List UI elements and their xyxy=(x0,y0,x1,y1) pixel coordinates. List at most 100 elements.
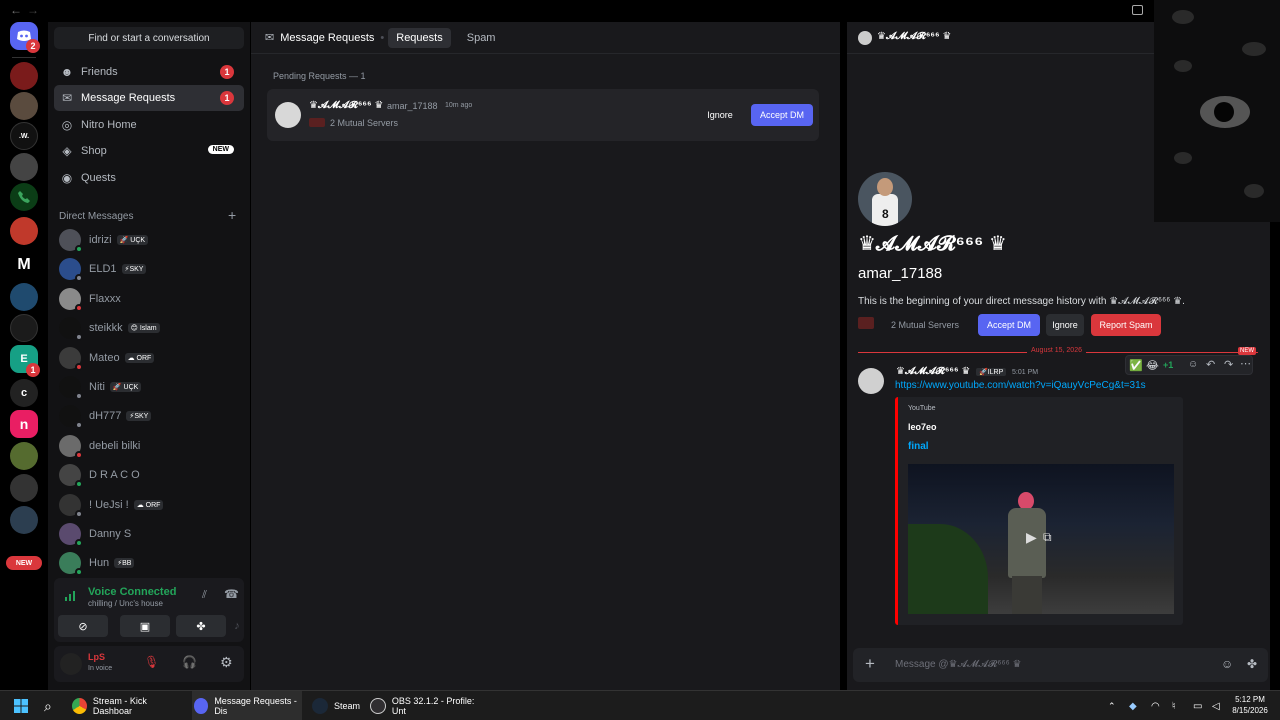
tab-requests[interactable]: Requests xyxy=(388,27,451,48)
server-icon[interactable] xyxy=(10,183,38,211)
mutual-servers[interactable]: 2 Mutual Servers xyxy=(330,118,398,128)
dm-item[interactable]: steikkk 😊 Islam xyxy=(54,315,244,342)
profile-avatar[interactable]: 8 xyxy=(858,172,912,226)
mic-muted-icon[interactable]: 🎙 xyxy=(144,655,159,669)
server-icon[interactable] xyxy=(10,314,38,342)
user-status: In voice xyxy=(88,665,113,672)
video-thumbnail[interactable]: ▶ ⧉ xyxy=(908,464,1174,614)
add-dm-icon[interactable]: + xyxy=(228,207,236,223)
nav-item-shop[interactable]: ◈ Shop NEW xyxy=(54,138,244,164)
apps-icon[interactable]: ✤ xyxy=(1247,657,1257,671)
dm-item[interactable]: dH777 ⚡SKY xyxy=(54,403,244,430)
voice-channel[interactable]: chilling / Unc's house xyxy=(88,599,163,608)
status-indicator xyxy=(75,450,83,459)
message-avatar[interactable] xyxy=(858,368,884,394)
open-external-icon[interactable]: ⧉ xyxy=(1043,530,1052,545)
check-reaction-icon[interactable]: ✅ xyxy=(1129,359,1143,372)
emoji-icon[interactable]: ☺ xyxy=(1221,657,1233,671)
attach-plus-icon[interactable]: + xyxy=(865,654,875,674)
forward-icon[interactable]: ↷ xyxy=(1224,358,1233,371)
soundboard-button[interactable]: ♪ xyxy=(232,615,242,637)
dm-item[interactable]: Hun ⚡BB xyxy=(54,550,244,577)
message-author[interactable]: ♛𝓐𝓜𝓐𝓡⁶⁶⁶ ♛ xyxy=(896,366,970,377)
ignore-button[interactable]: Ignore xyxy=(699,104,741,126)
dm-item[interactable]: ! UeJsi ! ☁ ORF xyxy=(54,492,244,518)
server-icon[interactable] xyxy=(10,474,38,502)
signal-icon[interactable] xyxy=(64,588,78,602)
accept-dm-button[interactable]: Accept DM xyxy=(978,314,1040,336)
emoji-reaction-icon[interactable]: 😂 xyxy=(1146,359,1159,372)
server-icon[interactable] xyxy=(10,506,38,534)
dm-item[interactable]: debeli bilki xyxy=(54,433,244,459)
dm-item[interactable]: Mateo ☁ ORF xyxy=(54,345,244,371)
more-options-icon[interactable]: ⋯ xyxy=(1240,357,1251,370)
add-reaction-icon[interactable]: ☺ xyxy=(1188,359,1198,370)
server-icon[interactable] xyxy=(10,153,38,181)
embed-author[interactable]: leo7eo xyxy=(908,422,937,432)
tab-spam[interactable]: Spam xyxy=(459,28,504,48)
dm-item[interactable]: D R A C O xyxy=(54,462,244,489)
message-link[interactable]: https://www.youtube.com/watch?v=iQauyVcP… xyxy=(895,380,1146,391)
server-icon[interactable] xyxy=(10,283,38,311)
settings-gear-icon[interactable]: ⚙ xyxy=(220,654,233,671)
activities-button[interactable]: ✤ xyxy=(176,615,226,637)
ignore-button[interactable]: Ignore xyxy=(1046,314,1084,336)
server-icon[interactable] xyxy=(10,92,38,120)
dm-item[interactable]: ΕLD1 ⚡SKY xyxy=(54,256,244,283)
username: LpS xyxy=(88,652,105,662)
back-arrow-icon[interactable]: ← xyxy=(10,3,22,17)
accept-dm-button[interactable]: Accept DM xyxy=(751,104,813,126)
server-icon[interactable] xyxy=(10,62,38,90)
nav-item-quests[interactable]: ◉ Quests xyxy=(54,165,244,191)
dm-item[interactable]: Danny S xyxy=(54,521,244,547)
disconnect-icon[interactable]: ☎ xyxy=(224,587,239,601)
taskbar-item-obs[interactable]: OBS 32.1.2 - Profile: Unt xyxy=(370,691,490,720)
mutual-servers[interactable]: 2 Mutual Servers xyxy=(891,320,959,330)
server-icon xyxy=(858,317,874,329)
taskbar-item-steam[interactable]: Steam xyxy=(312,691,362,720)
avatar[interactable] xyxy=(60,653,82,675)
camera-off-button[interactable]: ⊘ xyxy=(58,615,108,637)
tray-chevron-icon[interactable]: ⌃ xyxy=(1108,691,1116,720)
page-title: Message Requests xyxy=(280,31,375,44)
reply-icon[interactable]: ↶ xyxy=(1206,358,1215,371)
camera-off-icon: ⊘ xyxy=(78,620,88,633)
server-icon[interactable]: .W. xyxy=(10,122,38,150)
clock[interactable]: 5:12 PM 8/15/2026 xyxy=(1228,694,1272,716)
inbox-icon[interactable] xyxy=(1132,5,1143,15)
nav-item-friends[interactable]: ☻ Friends 1 xyxy=(54,59,244,85)
microphone-icon[interactable]: ♮ xyxy=(1172,691,1176,720)
new-pill[interactable]: NEW xyxy=(6,556,42,570)
windows-start-icon[interactable] xyxy=(14,691,28,720)
nav-item-nitro[interactable]: ◎ Nitro Home xyxy=(54,112,244,138)
screen-share-button[interactable]: ▣ xyxy=(120,615,170,637)
dm-item[interactable]: Flaxxx xyxy=(54,286,244,312)
avatar[interactable] xyxy=(858,31,872,45)
headphones-muted-icon[interactable]: 🎧 xyxy=(182,655,197,669)
display-icon[interactable]: ▭ xyxy=(1193,691,1202,720)
server-icon[interactable]: c xyxy=(10,379,38,407)
server-icon[interactable]: M xyxy=(10,251,38,279)
search-icon[interactable]: ⌕ xyxy=(44,691,52,720)
obs-icon xyxy=(370,698,386,714)
request-card[interactable]: ♛𝓐𝓜𝓐𝓡⁶⁶⁶ ♛ amar_17188 10m ago 2 Mutual S… xyxy=(267,89,819,141)
dm-item[interactable]: Niti 🚀 UÇK xyxy=(54,374,244,400)
server-icon[interactable] xyxy=(10,217,38,245)
forward-arrow-icon[interactable]: → xyxy=(27,3,39,17)
plus-one-reaction[interactable]: +1 xyxy=(1163,360,1173,370)
headphones-icon[interactable]: ◠ xyxy=(1151,691,1160,720)
tray-steam-icon[interactable]: ◆ xyxy=(1129,691,1137,720)
embed-title[interactable]: final xyxy=(908,441,929,452)
dm-item[interactable]: idrizi 🚀 UÇK xyxy=(54,227,244,253)
nav-item-mail[interactable]: ✉ Message Requests 1 xyxy=(54,85,244,111)
search-input[interactable]: Find or start a conversation xyxy=(54,27,244,49)
server-icon[interactable]: n xyxy=(10,410,38,438)
message-input[interactable]: Message @♛𝓐𝓜𝓐𝓡⁶⁶⁶ ♛ xyxy=(895,659,1021,670)
play-icon[interactable]: ▶ xyxy=(1026,529,1037,546)
taskbar-item-discord[interactable]: Message Requests - Dis xyxy=(192,691,302,720)
volume-icon[interactable]: ◁ xyxy=(1212,691,1220,720)
taskbar-item-chrome[interactable]: Stream - Kick Dashboar xyxy=(72,691,182,720)
noise-suppression-icon[interactable]: ⫽ xyxy=(202,589,207,602)
report-spam-button[interactable]: Report Spam xyxy=(1091,314,1161,336)
server-icon[interactable] xyxy=(10,442,38,470)
